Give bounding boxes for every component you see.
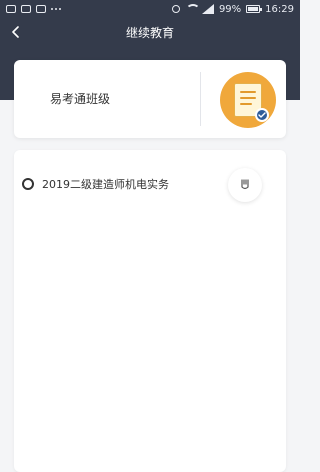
back-button[interactable] — [8, 24, 24, 40]
vibrate-icon — [171, 5, 180, 13]
course-item[interactable]: 2019二级建造师机电实务 — [14, 150, 286, 206]
document-check-icon — [220, 72, 276, 128]
status-left — [6, 5, 61, 13]
dots-icon — [51, 5, 61, 13]
course-label: 2019二级建造师机电实务 — [42, 178, 169, 191]
class-card[interactable]: 易考通班级 — [14, 60, 286, 138]
gallery-icon — [21, 5, 31, 13]
edit-icon — [241, 179, 249, 190]
nav-bar: 继续教育 — [0, 18, 300, 46]
status-bar: 99% 16:29 — [0, 0, 300, 18]
radio-button[interactable] — [22, 178, 34, 190]
wifi-icon — [185, 4, 200, 14]
chevron-left-icon — [12, 26, 19, 38]
document-icon — [234, 83, 269, 122]
course-panel: 2019二级建造师机电实务 — [14, 150, 286, 472]
class-title: 易考通班级 — [50, 92, 111, 106]
battery-percent: 99% — [218, 3, 242, 15]
bag-icon — [36, 5, 46, 13]
battery-icon — [246, 5, 263, 13]
status-time: 16:29 — [265, 3, 294, 15]
signal-icon — [201, 4, 214, 14]
page-title: 继续教育 — [125, 25, 174, 40]
check-badge-icon — [255, 108, 269, 122]
card-divider — [200, 72, 201, 126]
image-icon — [6, 5, 16, 13]
status-right: 99% 16:29 — [171, 3, 294, 15]
edit-button[interactable] — [228, 168, 262, 202]
